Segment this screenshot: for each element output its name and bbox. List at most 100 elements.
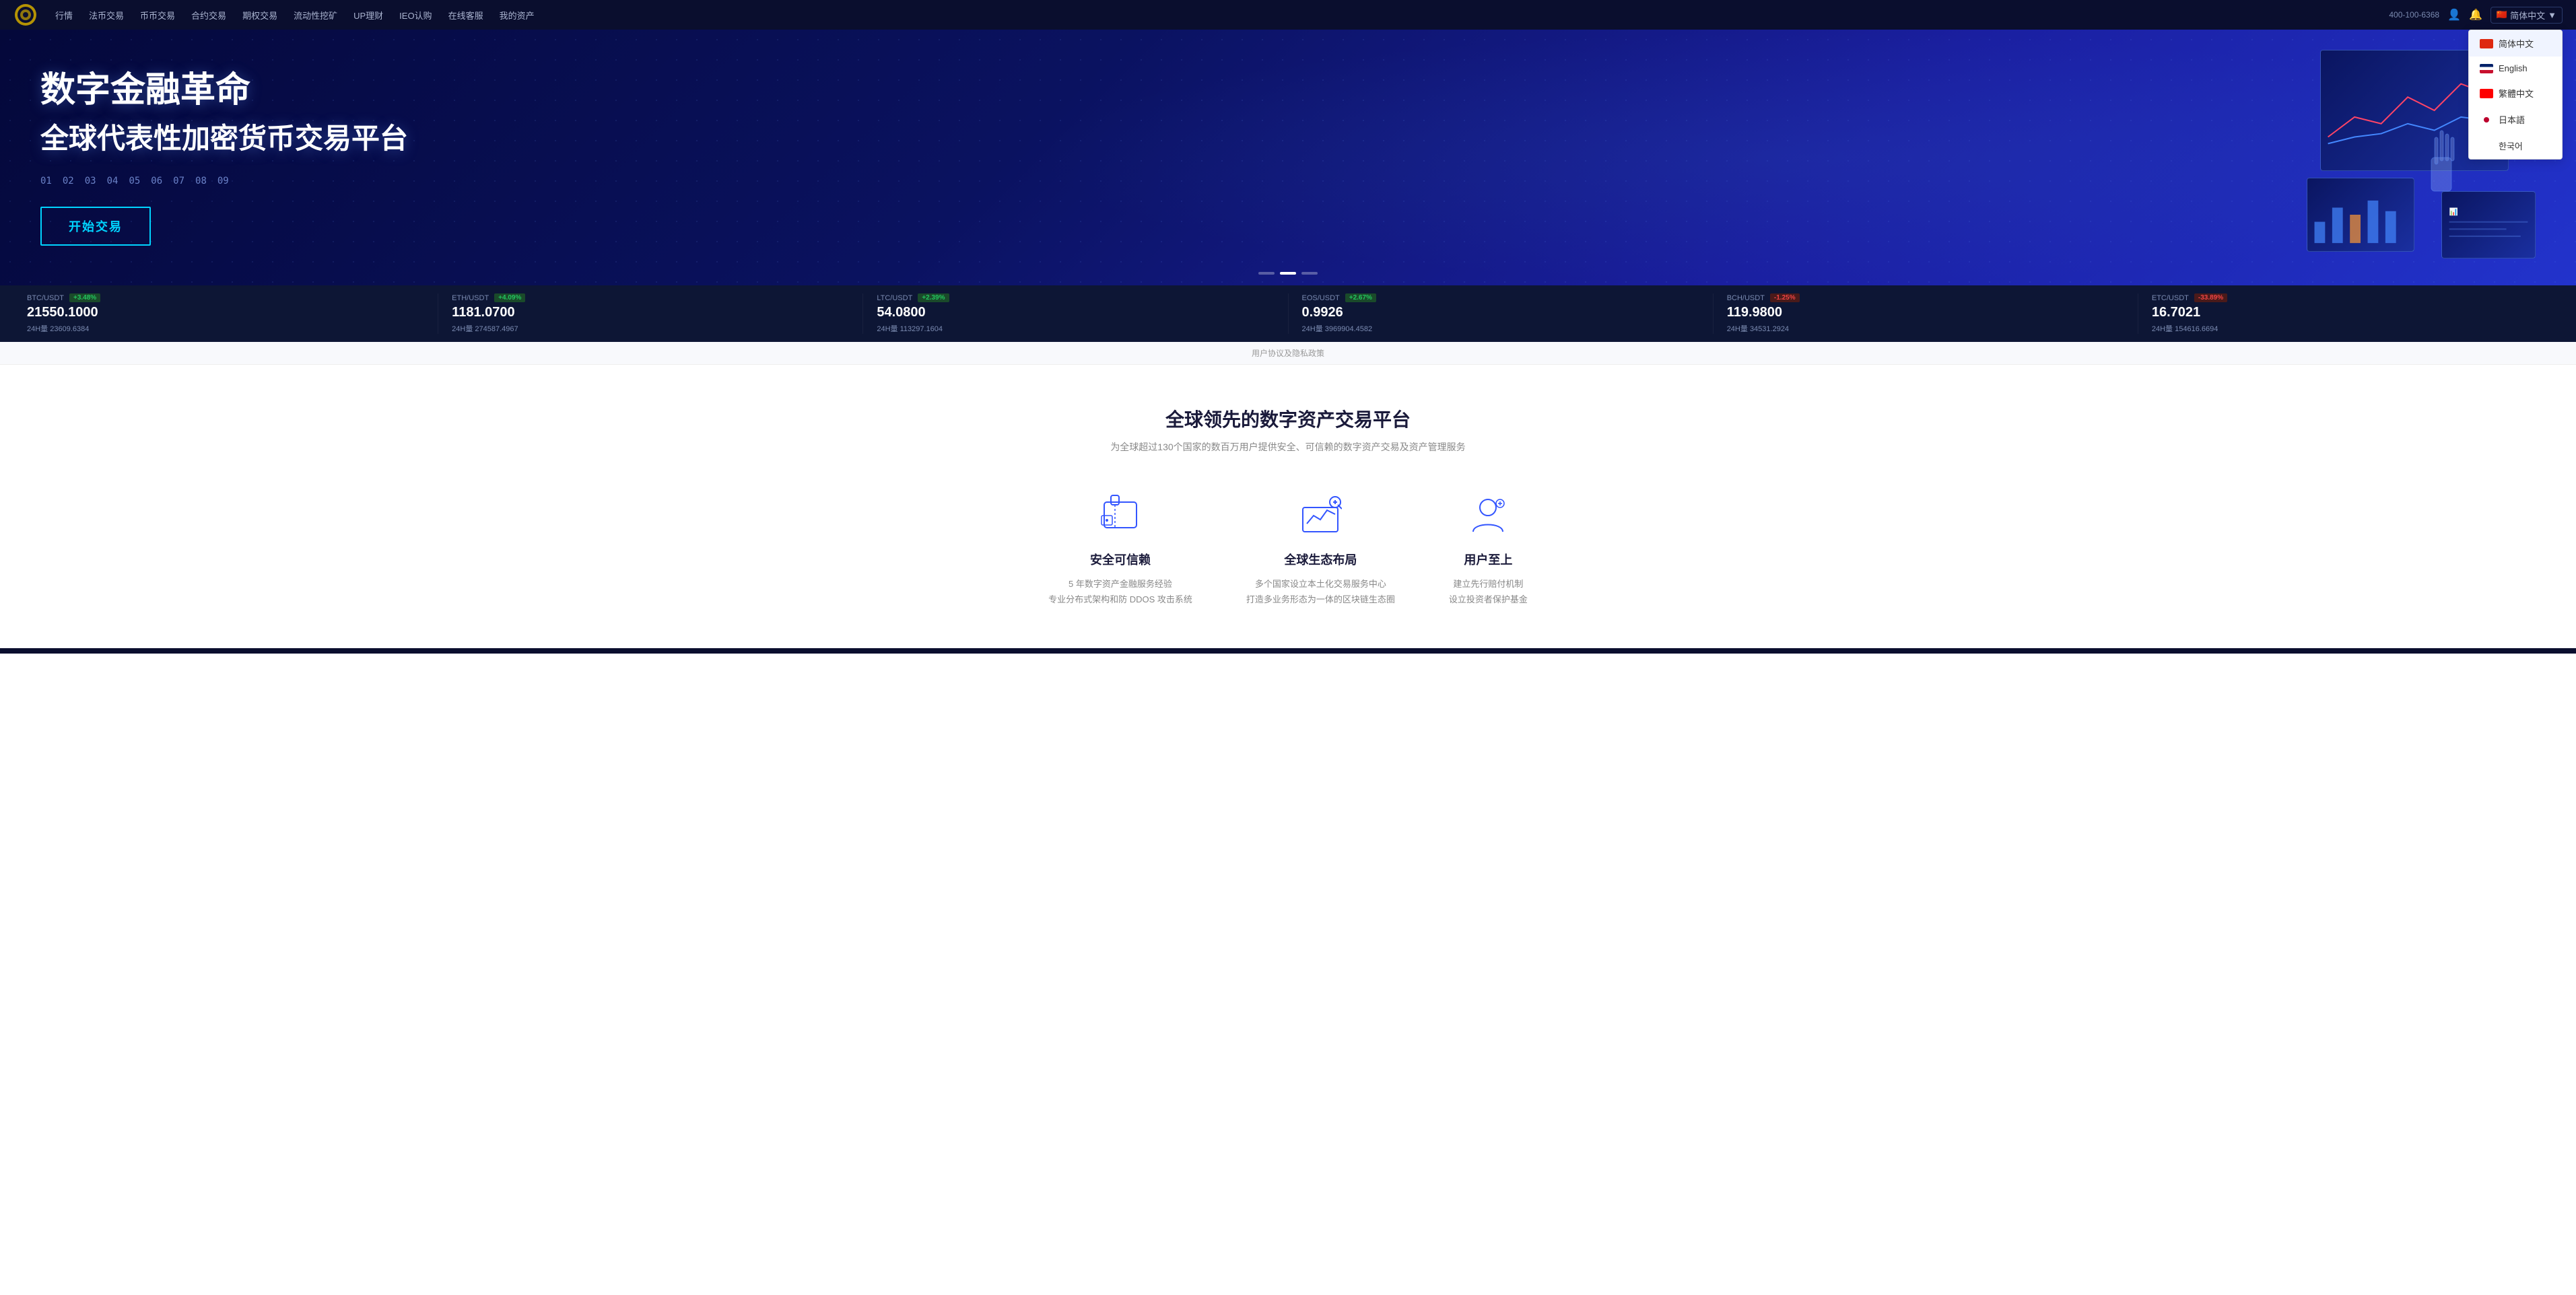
hero-dot-2[interactable] [1280,272,1296,275]
lang-item-jp[interactable]: 日本語 [2469,106,2562,133]
ticker-bch[interactable]: BCH/USDT -1.25% 119.9800 24H量 34531.2924 [1714,293,2138,334]
nav-fiat[interactable]: 法币交易 [82,6,131,24]
hero-num-9: 09 [217,176,229,186]
features-title: 全球领先的数字资产交易平台 [27,405,2549,432]
hero-screen-3: 📊 [2441,191,2536,258]
hero-numbers: 01 02 03 04 05 06 07 08 09 [40,176,408,186]
features-subtitle: 为全球超过130个国家的数百万用户提供安全、可信赖的数字资产交易及资产管理服务 [27,440,2549,454]
nav-support[interactable]: 在线客服 [442,6,490,24]
nav-assets[interactable]: 我的资产 [493,6,541,24]
feature-security-name: 安全可信赖 [1048,551,1192,568]
hero-banner: 数字金融革命 全球代表性加密货币交易平台 01 02 03 04 05 06 0… [0,30,2576,285]
user-icon[interactable]: 👤 [2447,8,2461,22]
ticker-bar: BTC/USDT +3.48% 21550.1000 24H量 23609.63… [0,285,2576,342]
nav-upfinance[interactable]: UP理财 [347,6,390,24]
ticker-ltc-badge: +2.39% [918,293,949,302]
ticker-eth-pair: ETH/USDT +4.09% [452,293,849,302]
start-trading-button[interactable]: 开始交易 [40,207,151,246]
feature-security: 安全可信赖 5 年数字资产金融服务经验 专业分布式架构和防 DDOS 攻击系统 [1048,494,1192,608]
ticker-etc-pair: ETC/USDT -33.89% [2152,293,2549,302]
flag-cn-icon: 🇨🇳 [2497,9,2507,20]
ticker-bch-badge: -1.25% [1770,293,1800,302]
ticker-btc-price: 21550.1000 [27,305,424,320]
lang-selector[interactable]: 🇨🇳 简体中文 ▼ [2490,7,2563,24]
hero-num-7: 07 [173,176,184,186]
lang-dropdown: 简体中文 English 繁體中文 日本語 한국어 [2468,30,2563,160]
hero-title: 数字金融革命 [40,69,408,111]
flag-tw-icon [2480,89,2493,98]
hero-num-1: 01 [40,176,52,186]
ticker-ltc-pair: LTC/USDT +2.39% [877,293,1274,302]
ticker-bch-price: 119.9800 [1727,305,2124,320]
ticker-ltc-volume: 24H量 113297.1604 [877,323,1274,334]
hero-num-2: 02 [63,176,74,186]
hero-num-5: 05 [129,176,140,186]
ticker-etc[interactable]: ETC/USDT -33.89% 16.7021 24H量 154616.669… [2138,293,2563,334]
ticker-eth-volume: 24H量 274587.4967 [452,323,849,334]
features-section: 全球领先的数字资产交易平台 为全球超过130个国家的数百万用户提供安全、可信赖的… [0,365,2576,648]
hero-screen-2 [2307,178,2414,252]
notice-text[interactable]: 用户协议及隐私政策 [1252,349,1324,358]
bell-icon[interactable]: 🔔 [2469,8,2482,22]
navbar-right: 400-100-6368 👤 🔔 🇨🇳 简体中文 ▼ [2389,7,2563,24]
ticker-bch-pair: BCH/USDT -1.25% [1727,293,2124,302]
ticker-etc-price: 16.7021 [2152,305,2549,320]
feature-ecosystem-icon [1299,494,1342,537]
ticker-btc[interactable]: BTC/USDT +3.48% 21550.1000 24H量 23609.63… [13,293,438,334]
ticker-eos-pair: EOS/USDT +2.67% [1302,293,1699,302]
lang-item-tw[interactable]: 繁體中文 [2469,80,2562,106]
feature-security-desc: 5 年数字资产金融服务经验 专业分布式架构和防 DDOS 攻击系统 [1048,576,1192,608]
feature-user-name: 用户至上 [1449,551,1528,568]
lang-item-kr[interactable]: 한국어 [2469,133,2562,159]
ticker-eos-badge: +2.67% [1345,293,1376,302]
features-grid: 安全可信赖 5 年数字资产金融服务经验 专业分布式架构和防 DDOS 攻击系统 … [27,494,2549,608]
lang-jp-label: 日本語 [2499,113,2525,126]
lang-kr-label: 한국어 [2499,139,2523,152]
feature-ecosystem-name: 全球生态布局 [1246,551,1395,568]
feature-security-icon [1099,494,1142,537]
ticker-eos-volume: 24H量 3969904.4582 [1302,323,1699,334]
lang-cn-label: 简体中文 [2499,37,2534,50]
nav-liquidity[interactable]: 流动性挖矿 [287,6,344,24]
feature-ecosystem-desc: 多个国家设立本土化交易服务中心 打造多业务形态为一体的区块链生态圈 [1246,576,1395,608]
ticker-btc-pair: BTC/USDT +3.48% [27,293,424,302]
nav-ieo[interactable]: IEO认购 [393,6,438,24]
footer-bar [0,648,2576,654]
hero-hand-illustration [2414,117,2468,198]
ticker-eos[interactable]: EOS/USDT +2.67% 0.9926 24H量 3969904.4582 [1289,293,1714,334]
hero-subtitle: 全球代表性加密货币交易平台 [40,122,408,155]
navbar-phone: 400-100-6368 [2389,10,2439,20]
ticker-eos-price: 0.9926 [1302,305,1699,320]
chevron-down-icon: ▼ [2548,10,2556,20]
feature-user: 用户至上 建立先行赔付机制 设立投资者保护基金 [1449,494,1528,608]
hero-dot-3[interactable] [1301,272,1318,275]
ticker-eth[interactable]: ETH/USDT +4.09% 1181.0700 24H量 274587.49… [438,293,863,334]
navbar: 行情 法币交易 币币交易 合约交易 期权交易 流动性挖矿 UP理财 IEO认购 … [0,0,2576,30]
nav-options[interactable]: 期权交易 [236,6,284,24]
ticker-bch-volume: 24H量 34531.2924 [1727,323,2124,334]
feature-ecosystem: 全球生态布局 多个国家设立本土化交易服务中心 打造多业务形态为一体的区块链生态圈 [1246,494,1395,608]
nav-spot[interactable]: 币币交易 [133,6,182,24]
hero-num-8: 08 [195,176,207,186]
nav-market[interactable]: 行情 [48,6,79,24]
nav-contract[interactable]: 合约交易 [184,6,233,24]
flag-en-icon [2480,64,2493,73]
lang-tw-label: 繁體中文 [2499,87,2534,100]
ticker-etc-volume: 24H量 154616.6694 [2152,323,2549,334]
lang-en-label: English [2499,63,2528,73]
hero-num-3: 03 [85,176,96,186]
svg-text:📊: 📊 [2449,207,2458,216]
lang-item-en[interactable]: English [2469,57,2562,80]
lang-item-cn[interactable]: 简体中文 [2469,30,2562,57]
ticker-eth-price: 1181.0700 [452,305,849,320]
logo[interactable] [13,3,38,27]
flag-cn-icon [2480,39,2493,48]
ticker-ltc[interactable]: LTC/USDT +2.39% 54.0800 24H量 113297.1604 [863,293,1288,334]
hero-dot-1[interactable] [1258,272,1275,275]
ticker-etc-badge: -33.89% [2194,293,2227,302]
hero-num-6: 06 [151,176,162,186]
ticker-btc-badge: +3.48% [69,293,100,302]
flag-jp-icon [2480,115,2493,125]
ticker-btc-volume: 24H量 23609.6384 [27,323,424,334]
ticker-eth-badge: +4.09% [494,293,525,302]
